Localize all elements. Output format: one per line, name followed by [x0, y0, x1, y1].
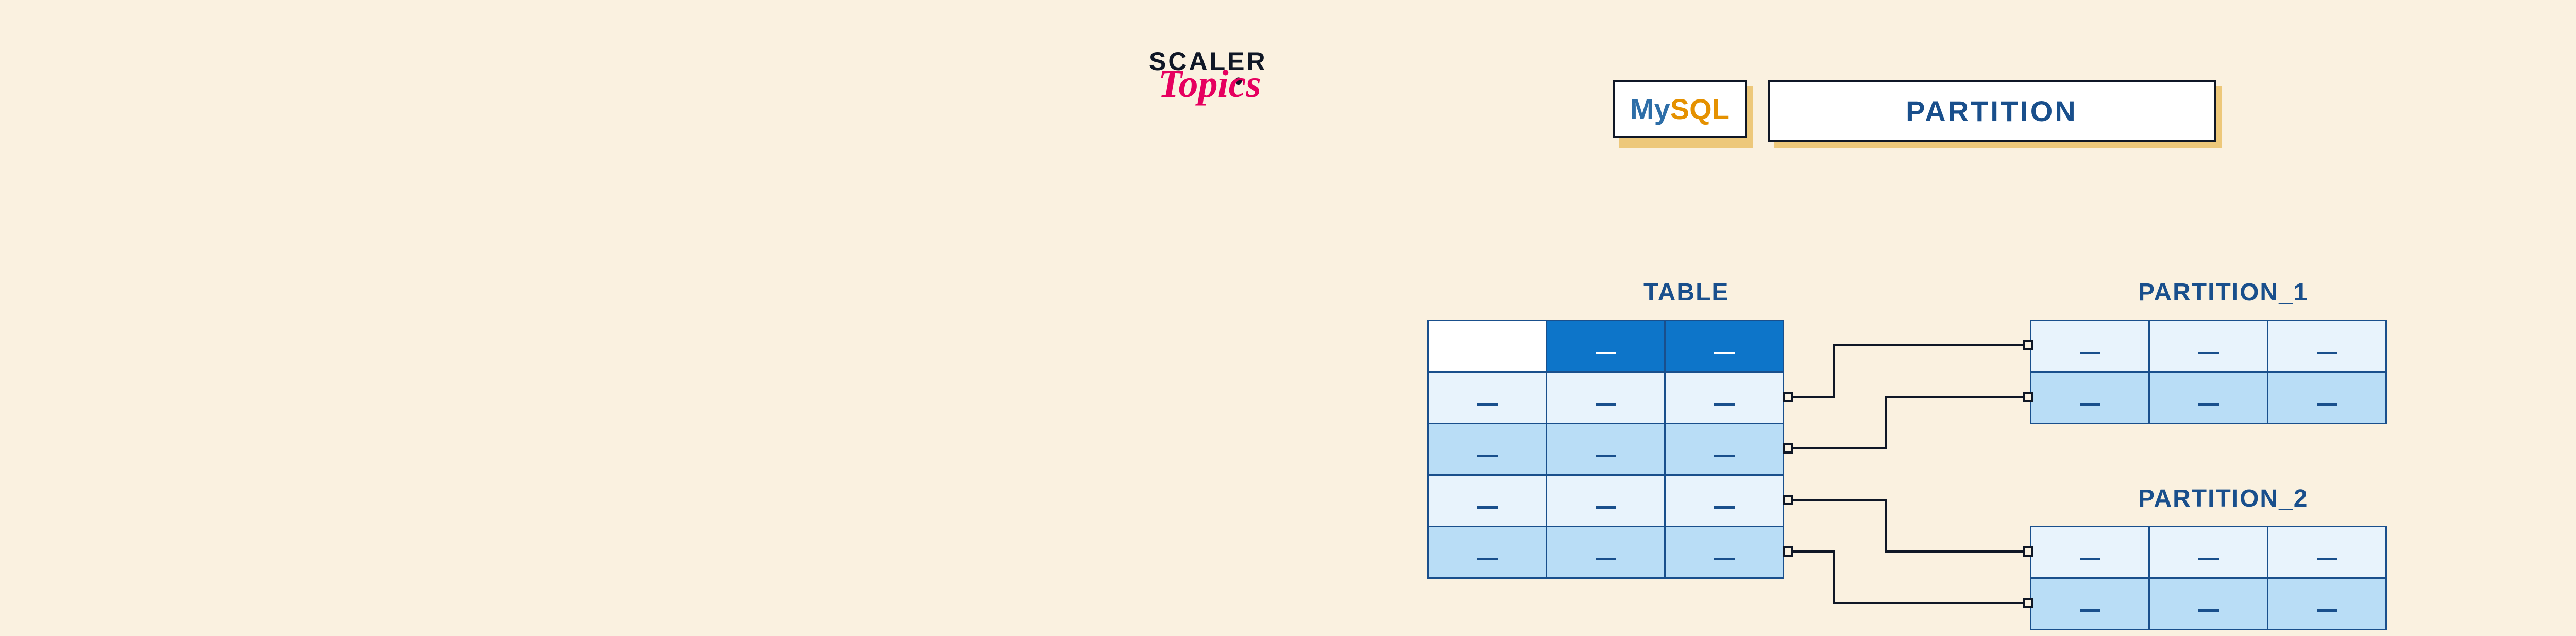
dash-icon [1596, 403, 1616, 406]
table-cell [1547, 424, 1665, 475]
table-cell [2268, 372, 2386, 424]
table-cell [1428, 424, 1547, 475]
dash-icon [1596, 455, 1616, 457]
partition-2-label: PARTITION_2 [2138, 484, 2308, 513]
table-cell [1547, 372, 1665, 424]
partition-badge-wrapper: PARTITION [1768, 80, 2216, 142]
mysql-sql-text: SQL [1670, 93, 1730, 125]
table-cell [2031, 321, 2149, 372]
partition-1-table [2030, 320, 2387, 424]
table-cell [2268, 527, 2386, 578]
table-row [2031, 372, 2386, 424]
table-cell [1665, 527, 1784, 578]
logo-topics-text: Topics [1158, 62, 1261, 107]
table-cell [2268, 321, 2386, 372]
dash-icon [1714, 506, 1735, 509]
dash-icon [2080, 609, 2100, 612]
dash-icon [1596, 558, 1616, 560]
table-row [2031, 578, 2386, 630]
dash-icon [2080, 403, 2100, 406]
dash-icon [1596, 506, 1616, 509]
table-row [1428, 372, 1784, 424]
table-cell [1547, 475, 1665, 527]
table-cell [1547, 527, 1665, 578]
partition-1-label: PARTITION_1 [2138, 278, 2308, 307]
table-cell [2268, 578, 2386, 630]
main-table [1427, 320, 1784, 579]
dash-icon [2198, 403, 2219, 406]
table-cell [2149, 578, 2268, 630]
table-row [1428, 424, 1784, 475]
mysql-badge: MySQL [1613, 80, 1747, 138]
table-cell [2031, 578, 2149, 630]
table-row [2031, 321, 2386, 372]
table-row [1428, 475, 1784, 527]
scaler-topics-logo: SCALER • Topics [1149, 46, 1267, 76]
dash-icon [2080, 558, 2100, 560]
table-cell [1547, 321, 1665, 372]
dash-icon [1714, 403, 1735, 406]
table-cell [1428, 321, 1547, 372]
dash-icon [2317, 403, 2337, 406]
dash-icon [2198, 352, 2219, 354]
dash-icon [1714, 455, 1735, 457]
table-cell [2149, 372, 2268, 424]
dash-icon [2317, 558, 2337, 560]
table-row [1428, 527, 1784, 578]
dash-icon [1714, 558, 1735, 560]
table-cell [1665, 321, 1784, 372]
table-cell [2149, 321, 2268, 372]
dash-icon [1477, 403, 1498, 406]
table-cell [1665, 372, 1784, 424]
table-cell [1665, 475, 1784, 527]
partition-badge: PARTITION [1768, 80, 2216, 142]
table-label: TABLE [1643, 278, 1729, 307]
dash-icon [1596, 352, 1616, 354]
dash-icon [2317, 352, 2337, 354]
dash-icon [2198, 609, 2219, 612]
dash-icon [1714, 352, 1735, 354]
table-row [2031, 527, 2386, 578]
table-cell [1428, 372, 1547, 424]
mysql-badge-wrapper: MySQL [1613, 80, 1747, 142]
dash-icon [1477, 506, 1498, 509]
partition-2-table [2030, 526, 2387, 630]
table-cell [2031, 372, 2149, 424]
header-badges: MySQL PARTITION [1613, 80, 2216, 142]
dash-icon [2317, 609, 2337, 612]
table-cell [1665, 424, 1784, 475]
table-cell [2149, 527, 2268, 578]
table-cell [2031, 527, 2149, 578]
table-cell [1428, 527, 1547, 578]
dash-icon [1477, 558, 1498, 560]
dash-icon [2080, 352, 2100, 354]
dash-icon [2198, 558, 2219, 560]
table-header-row [1428, 321, 1784, 372]
mysql-my-text: My [1630, 93, 1670, 125]
dash-icon [1477, 455, 1498, 457]
table-cell [1428, 475, 1547, 527]
